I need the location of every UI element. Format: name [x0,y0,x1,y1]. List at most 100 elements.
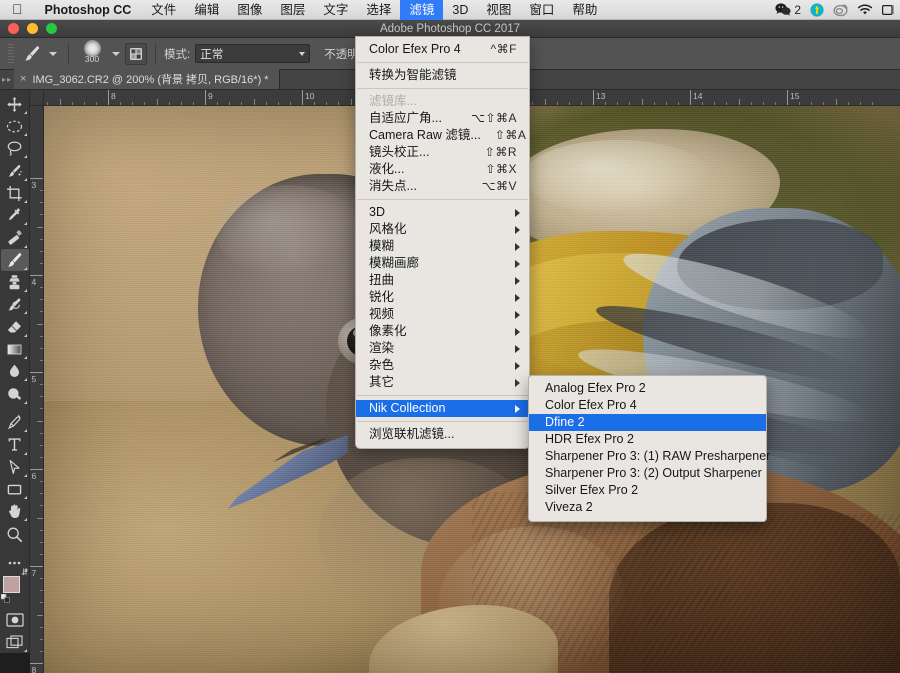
filter-menu-item-color-efex-pro-4[interactable]: Color Efex Pro 4^⌘F [356,41,529,58]
brush-preset-caret-icon[interactable] [49,52,57,56]
nik-submenu-item-color-efex-pro-4[interactable]: Color Efex Pro 4 [529,397,766,414]
wechat-status[interactable]: 2 [775,3,801,17]
brush-picker-caret-icon[interactable] [112,52,120,56]
menu-window[interactable]: 窗口 [520,0,563,20]
alert-badge-icon[interactable] [810,3,824,17]
menu-select[interactable]: 选择 [357,0,400,20]
document-tab[interactable]: × IMG_3062.CR2 @ 200% (背景 拷贝, RGB/16*) * [14,69,280,89]
screen-mode-icon[interactable] [1,631,29,653]
close-window-button[interactable] [8,23,19,34]
path-selection-tool[interactable] [1,456,29,478]
filter-menu-item-模糊[interactable]: 模糊 [356,238,529,255]
history-brush-tool[interactable] [1,294,29,316]
menu-type[interactable]: 文字 [314,0,357,20]
healing-brush-tool[interactable] [1,227,29,249]
ruler-label: 9 [208,91,213,101]
crop-tool[interactable] [1,182,29,204]
filter-menu-item-渲染[interactable]: 渲染 [356,340,529,357]
filter-menu-item-nik-collection[interactable]: Nik Collection [356,400,529,417]
weibo-icon[interactable] [833,3,848,17]
vertical-ruler[interactable]: 345678 [30,106,44,673]
brush-tool[interactable] [1,249,29,271]
lasso-tool[interactable] [1,138,29,160]
ruler-label: 14 [693,91,702,101]
filter-menu-item-扭曲[interactable]: 扭曲 [356,272,529,289]
filter-menu-item-消失点[interactable]: 消失点...⌥⌘V [356,178,529,195]
menu-filter[interactable]: 滤镜 [400,0,443,20]
marquee-tool[interactable] [1,115,29,137]
foreground-color-swatch[interactable] [3,576,20,593]
clone-stamp-tool[interactable] [1,271,29,293]
nik-submenu-item-dfine-2[interactable]: Dfine 2 [529,414,766,431]
menu-image[interactable]: 图像 [228,0,271,20]
menu-help[interactable]: 帮助 [563,0,606,20]
dodge-tool[interactable] [1,383,29,405]
nik-submenu-item-hdr-efex-pro-2[interactable]: HDR Efex Pro 2 [529,431,766,448]
filter-menu-item-3d[interactable]: 3D [356,204,529,221]
quick-selection-tool[interactable] [1,160,29,182]
photoshop-window: Adobe Photoshop CC 2017 300 [0,20,900,653]
nik-submenu-item-sharpener-pro-3-1-raw-presharpener[interactable]: Sharpener Pro 3: (1) RAW Presharpener [529,448,766,465]
nik-submenu-item-analog-efex-pro-2[interactable]: Analog Efex Pro 2 [529,380,766,397]
blur-tool[interactable] [1,361,29,383]
type-tool[interactable] [1,434,29,456]
filter-menu-item-视频[interactable]: 视频 [356,306,529,323]
close-icon[interactable]: × [20,73,26,85]
submenu-arrow-icon [515,379,520,387]
zoom-window-button[interactable] [46,23,57,34]
nik-submenu-item-viveza-2[interactable]: Viveza 2 [529,499,766,516]
default-colors-icon[interactable] [1,594,10,603]
filter-menu-item-风格化[interactable]: 风格化 [356,221,529,238]
apple-logo-icon[interactable]:  [0,0,34,20]
gradient-tool[interactable] [1,338,29,360]
menubar-app-name[interactable]: Photoshop CC [34,0,143,20]
options-bar-grip[interactable] [8,44,14,64]
ruler-tick-major [690,90,691,106]
rectangle-shape-tool[interactable] [1,478,29,500]
filter-menu-item-像素化[interactable]: 像素化 [356,323,529,340]
ruler-corner[interactable] [30,90,44,106]
zoom-tool[interactable] [1,523,29,545]
filter-menu-item-自适应广角[interactable]: 自适应广角...⌥⇧⌘A [356,110,529,127]
options-divider [68,43,69,65]
nik-submenu-item-silver-efex-pro-2[interactable]: Silver Efex Pro 2 [529,482,766,499]
quick-mask-icon[interactable] [1,608,29,630]
menu-3d[interactable]: 3D [443,0,477,20]
menu-item-shortcut: ⇧⌘X [485,161,517,178]
brush-panel-icon[interactable] [125,43,147,65]
menu-edit[interactable]: 编辑 [185,0,228,20]
filter-menu-item-浏览联机滤镜[interactable]: 浏览联机滤镜... [356,426,529,443]
ruler-tick-minor [157,99,158,106]
tabbar-grip[interactable]: ▸▸ [0,69,14,89]
pen-tool[interactable] [1,411,29,433]
wifi-icon[interactable] [857,4,873,16]
filter-menu-item-镜头校正[interactable]: 镜头校正...⇧⌘R [356,144,529,161]
menu-file[interactable]: 文件 [142,0,185,20]
menu-item-label: 模糊画廊 [369,255,517,272]
move-tool[interactable] [1,93,29,115]
brush-tool-icon[interactable] [20,42,44,66]
filter-menu-dropdown[interactable]: Color Efex Pro 4^⌘F转换为智能滤镜滤镜库...自适应广角...… [355,36,530,449]
nik-collection-submenu[interactable]: Analog Efex Pro 2Color Efex Pro 4Dfine 2… [528,375,767,522]
battery-icon[interactable] [882,4,894,16]
swap-colors-icon[interactable]: ⇵ [21,567,29,578]
brush-size-preview[interactable]: 300 [77,41,107,67]
filter-menu-item-camera-raw-滤镜[interactable]: Camera Raw 滤镜...⇧⌘A [356,127,529,144]
menu-view[interactable]: 视图 [477,0,520,20]
nik-submenu-item-sharpener-pro-3-2-output-sharpener[interactable]: Sharpener Pro 3: (2) Output Sharpener [529,465,766,482]
submenu-arrow-icon [515,311,520,319]
blend-mode-select[interactable]: 正常 [195,44,310,63]
filter-menu-item-杂色[interactable]: 杂色 [356,357,529,374]
filter-menu-item-其它[interactable]: 其它 [356,374,529,391]
hand-tool[interactable] [1,501,29,523]
filter-menu-item-液化[interactable]: 液化...⇧⌘X [356,161,529,178]
filter-menu-item-锐化[interactable]: 锐化 [356,289,529,306]
eraser-tool[interactable] [1,316,29,338]
tool-submenu-indicator [24,518,27,521]
filter-menu-item-模糊画廊[interactable]: 模糊画廊 [356,255,529,272]
eyedropper-tool[interactable] [1,204,29,226]
filter-menu-item-转换为智能滤镜[interactable]: 转换为智能滤镜 [356,67,529,84]
menu-layer[interactable]: 图层 [271,0,314,20]
minimize-window-button[interactable] [27,23,38,34]
submenu-arrow-icon [515,405,520,413]
